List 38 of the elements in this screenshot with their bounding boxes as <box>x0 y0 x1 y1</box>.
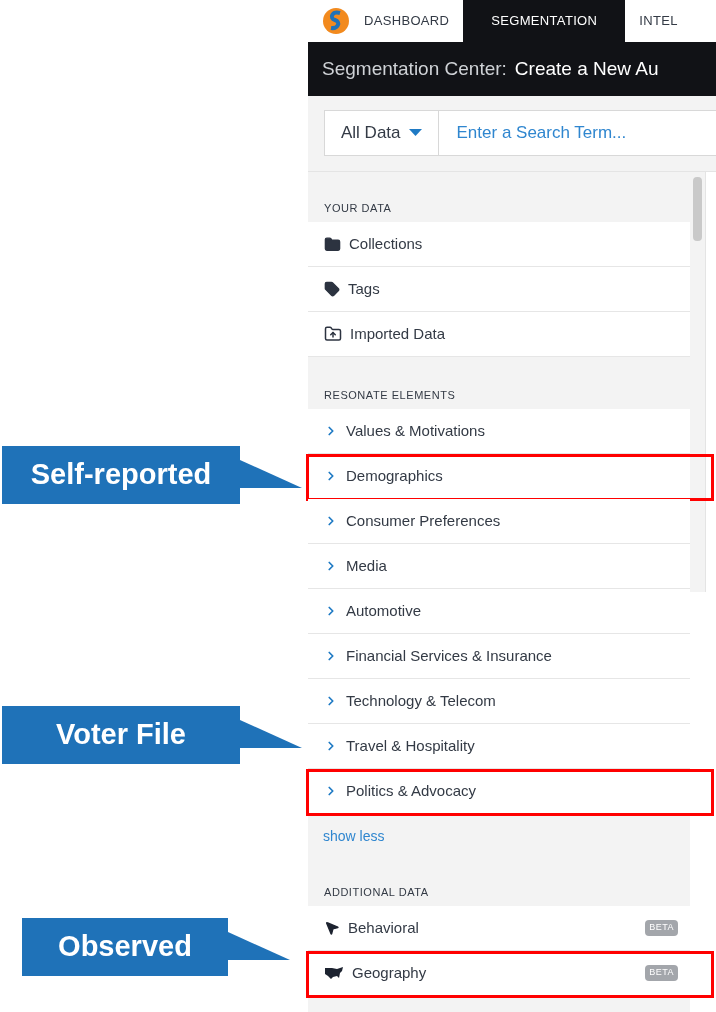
callout-box: Observed <box>22 918 228 976</box>
search-field[interactable]: Enter a Search Term... <box>438 110 716 156</box>
list-item[interactable]: Consumer Preferences <box>308 499 690 544</box>
list-item[interactable]: Automotive <box>308 589 690 634</box>
nav-tab[interactable]: SEGMENTATION <box>463 0 626 42</box>
callout-pointer <box>228 932 290 962</box>
list-item[interactable]: Values & Motivations <box>308 409 690 454</box>
upload-icon <box>324 325 342 343</box>
list-item[interactable]: Media <box>308 544 690 589</box>
list-item[interactable]: Tags <box>308 267 690 312</box>
tag-icon <box>324 281 340 297</box>
nav-tab[interactable]: DASHBOARD <box>350 0 464 42</box>
beta-badge: BETA <box>645 965 678 981</box>
pointer-icon <box>324 920 340 936</box>
callout-pointer <box>240 460 302 490</box>
section-heading: ADDITIONAL DATA <box>324 884 429 900</box>
logo-icon[interactable] <box>322 7 350 35</box>
callout-pointer <box>240 720 302 750</box>
list-item[interactable]: Technology & Telecom <box>308 679 690 724</box>
list-item[interactable]: Imported Data <box>308 312 690 357</box>
beta-badge: BETA <box>645 920 678 936</box>
nav-tab[interactable]: INTEL <box>625 0 692 42</box>
scrollbar-thumb[interactable] <box>693 177 702 241</box>
map-icon <box>324 966 344 980</box>
callout-box: Voter File <box>2 706 240 764</box>
caret-icon <box>408 129 422 137</box>
scope-dropdown[interactable]: All Data <box>324 110 439 156</box>
list-item[interactable]: Behavioral BETA <box>308 906 690 951</box>
section-heading: RESONATE ELEMENTS <box>324 387 456 403</box>
callout-box: Self-reported <box>2 446 240 504</box>
page-label: Segmentation Center: <box>322 56 507 81</box>
page-title: Create a New Au <box>514 56 659 81</box>
folder-icon <box>324 235 341 253</box>
show-less-link[interactable]: show less <box>323 825 385 847</box>
section-heading: YOUR DATA <box>324 200 392 216</box>
list-item[interactable]: Financial Services & Insurance <box>308 634 690 679</box>
list-item[interactable]: Collections <box>308 222 690 267</box>
list-item[interactable]: Travel & Hospitality <box>308 724 690 769</box>
